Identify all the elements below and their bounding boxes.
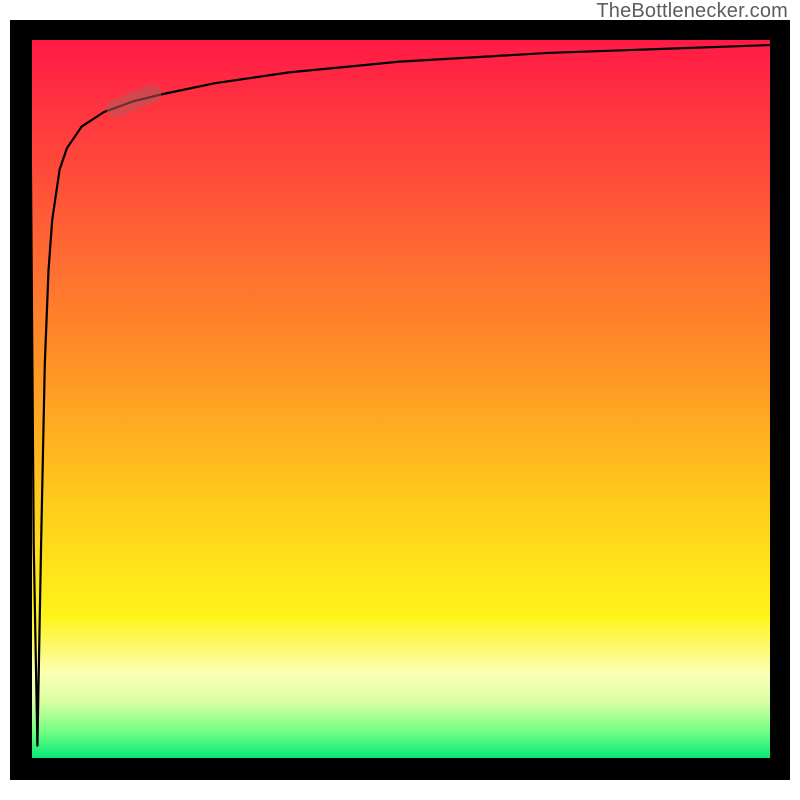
- chart-stage: TheBottlenecker.com: [0, 0, 800, 800]
- frame-left: [10, 20, 30, 780]
- frame-right: [770, 20, 790, 780]
- plot-area: [30, 40, 770, 760]
- frame-top: [10, 20, 790, 40]
- axis-left-line: [30, 40, 32, 760]
- axis-bottom-line: [30, 758, 770, 760]
- frame-bottom: [10, 760, 790, 780]
